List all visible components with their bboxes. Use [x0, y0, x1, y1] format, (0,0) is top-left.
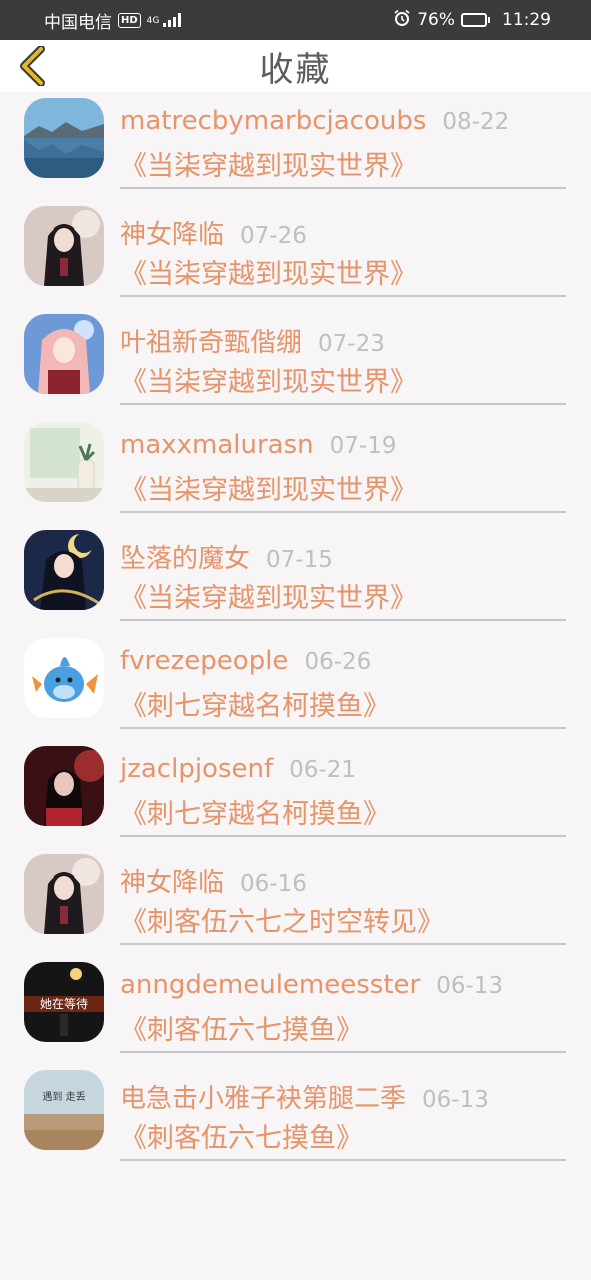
- username[interactable]: 叶祖新奇甄偕绷: [120, 322, 302, 359]
- alarm-icon: [393, 9, 411, 32]
- favorite-item[interactable]: maxxmalurasn 07-19 《当柒穿越到现实世界》: [0, 422, 591, 530]
- favorite-meta: 叶祖新奇甄偕绷 07-23: [120, 314, 566, 358]
- battery-icon: [461, 13, 490, 27]
- username[interactable]: 神女降临: [120, 214, 224, 251]
- chevron-left-icon: [20, 46, 45, 86]
- username[interactable]: 电急击小雅子袂第腿二季: [120, 1078, 406, 1115]
- back-button[interactable]: [12, 46, 52, 86]
- favorite-meta: matrecbymarbcjacoubs 08-22: [120, 98, 566, 142]
- book-title[interactable]: 《当柒穿越到现实世界》: [120, 144, 566, 183]
- favorite-date: 08-22: [442, 109, 510, 135]
- avatar[interactable]: [24, 638, 104, 718]
- app-header: 收藏: [0, 40, 591, 92]
- favorite-content: 神女降临 07-26 《当柒穿越到现实世界》: [120, 206, 566, 297]
- username[interactable]: anngdemeulemeesster: [120, 970, 420, 1000]
- favorite-date: 06-21: [289, 757, 356, 783]
- favorite-meta: 电急击小雅子袂第腿二季 06-13: [120, 1070, 566, 1114]
- favorite-item[interactable]: 神女降临 07-26 《当柒穿越到现实世界》: [0, 206, 591, 314]
- favorite-content: jzaclpjosenf 06-21 《刺七穿越名柯摸鱼》: [120, 746, 566, 837]
- favorite-content: maxxmalurasn 07-19 《当柒穿越到现实世界》: [120, 422, 566, 513]
- favorite-content: 坠落的魔女 07-15 《当柒穿越到现实世界》: [120, 530, 566, 621]
- avatar[interactable]: [24, 422, 104, 502]
- favorite-date: 06-26: [304, 649, 372, 675]
- status-bar: 中国电信 HD 4G 76% 11:29: [0, 0, 591, 40]
- favorite-content: anngdemeulemeesster 06-13 《刺客伍六七摸鱼》: [120, 962, 566, 1053]
- username[interactable]: 坠落的魔女: [120, 538, 250, 575]
- favorite-meta: maxxmalurasn 07-19: [120, 422, 566, 466]
- favorite-item[interactable]: fvrezepeople 06-26 《刺七穿越名柯摸鱼》: [0, 638, 591, 746]
- favorite-content: 神女降临 06-16 《刺客伍六七之时空转见》: [120, 854, 566, 945]
- battery-percent: 76%: [417, 10, 455, 30]
- favorite-meta: 神女降临 06-16: [120, 854, 566, 898]
- svg-text:遇到 走丢: 遇到 走丢: [42, 1091, 85, 1103]
- favorite-item[interactable]: matrecbymarbcjacoubs 08-22 《当柒穿越到现实世界》: [0, 98, 591, 206]
- avatar[interactable]: [24, 854, 104, 934]
- book-title[interactable]: 《当柒穿越到现实世界》: [120, 576, 566, 615]
- favorite-item[interactable]: 她在等待 anngdemeulemeesster 06-13 《刺客伍六七摸鱼》: [0, 962, 591, 1070]
- favorites-list: matrecbymarbcjacoubs 08-22 《当柒穿越到现实世界》 神…: [0, 92, 591, 1178]
- avatar[interactable]: [24, 98, 104, 178]
- book-title[interactable]: 《当柒穿越到现实世界》: [120, 468, 566, 507]
- favorite-date: 06-16: [240, 871, 307, 897]
- favorite-date: 06-13: [422, 1087, 489, 1113]
- avatar[interactable]: [24, 206, 104, 286]
- status-left: 中国电信 HD 4G: [44, 8, 182, 33]
- favorite-meta: 神女降临 07-26: [120, 206, 566, 250]
- favorite-date: 07-26: [240, 223, 307, 249]
- avatar[interactable]: [24, 746, 104, 826]
- favorite-meta: anngdemeulemeesster 06-13: [120, 962, 566, 1006]
- signal-icon: [163, 13, 182, 27]
- svg-text:她在等待: 她在等待: [40, 997, 88, 1011]
- network-type: 4G: [146, 15, 160, 26]
- book-title[interactable]: 《刺客伍六七之时空转见》: [120, 900, 566, 939]
- page-title: 收藏: [259, 49, 332, 90]
- avatar[interactable]: 她在等待: [24, 962, 104, 1042]
- favorite-content: 电急击小雅子袂第腿二季 06-13 《刺客伍六七摸鱼》: [120, 1070, 566, 1161]
- favorite-item[interactable]: 神女降临 06-16 《刺客伍六七之时空转见》: [0, 854, 591, 962]
- favorite-meta: fvrezepeople 06-26: [120, 638, 566, 682]
- username[interactable]: jzaclpjosenf: [120, 754, 273, 784]
- favorite-content: fvrezepeople 06-26 《刺七穿越名柯摸鱼》: [120, 638, 566, 729]
- favorite-content: 叶祖新奇甄偕绷 07-23 《当柒穿越到现实世界》: [120, 314, 566, 405]
- book-title[interactable]: 《刺七穿越名柯摸鱼》: [120, 684, 566, 723]
- carrier-label: 中国电信: [44, 12, 112, 33]
- status-right: 76% 11:29: [393, 9, 551, 32]
- favorite-item[interactable]: 坠落的魔女 07-15 《当柒穿越到现实世界》: [0, 530, 591, 638]
- favorite-date: 07-15: [266, 547, 333, 573]
- username[interactable]: matrecbymarbcjacoubs: [120, 106, 426, 136]
- avatar[interactable]: 遇到 走丢: [24, 1070, 104, 1150]
- favorite-item[interactable]: jzaclpjosenf 06-21 《刺七穿越名柯摸鱼》: [0, 746, 591, 854]
- book-title[interactable]: 《当柒穿越到现实世界》: [120, 360, 566, 399]
- favorite-date: 06-13: [436, 973, 504, 999]
- book-title[interactable]: 《刺客伍六七摸鱼》: [120, 1116, 566, 1155]
- favorite-date: 07-19: [329, 433, 397, 459]
- username[interactable]: maxxmalurasn: [120, 430, 314, 460]
- avatar[interactable]: [24, 314, 104, 394]
- favorite-meta: 坠落的魔女 07-15: [120, 530, 566, 574]
- username[interactable]: fvrezepeople: [120, 646, 288, 676]
- avatar[interactable]: [24, 530, 104, 610]
- book-title[interactable]: 《刺七穿越名柯摸鱼》: [120, 792, 566, 831]
- book-title[interactable]: 《刺客伍六七摸鱼》: [120, 1008, 566, 1047]
- book-title[interactable]: 《当柒穿越到现实世界》: [120, 252, 566, 291]
- favorite-item[interactable]: 遇到 走丢 电急击小雅子袂第腿二季 06-13 《刺客伍六七摸鱼》: [0, 1070, 591, 1178]
- username[interactable]: 神女降临: [120, 862, 224, 899]
- hd-icon: HD: [118, 12, 141, 28]
- favorite-meta: jzaclpjosenf 06-21: [120, 746, 566, 790]
- favorite-content: matrecbymarbcjacoubs 08-22 《当柒穿越到现实世界》: [120, 98, 566, 189]
- favorite-date: 07-23: [318, 331, 385, 357]
- clock: 11:29: [502, 10, 551, 30]
- favorite-item[interactable]: 叶祖新奇甄偕绷 07-23 《当柒穿越到现实世界》: [0, 314, 591, 422]
